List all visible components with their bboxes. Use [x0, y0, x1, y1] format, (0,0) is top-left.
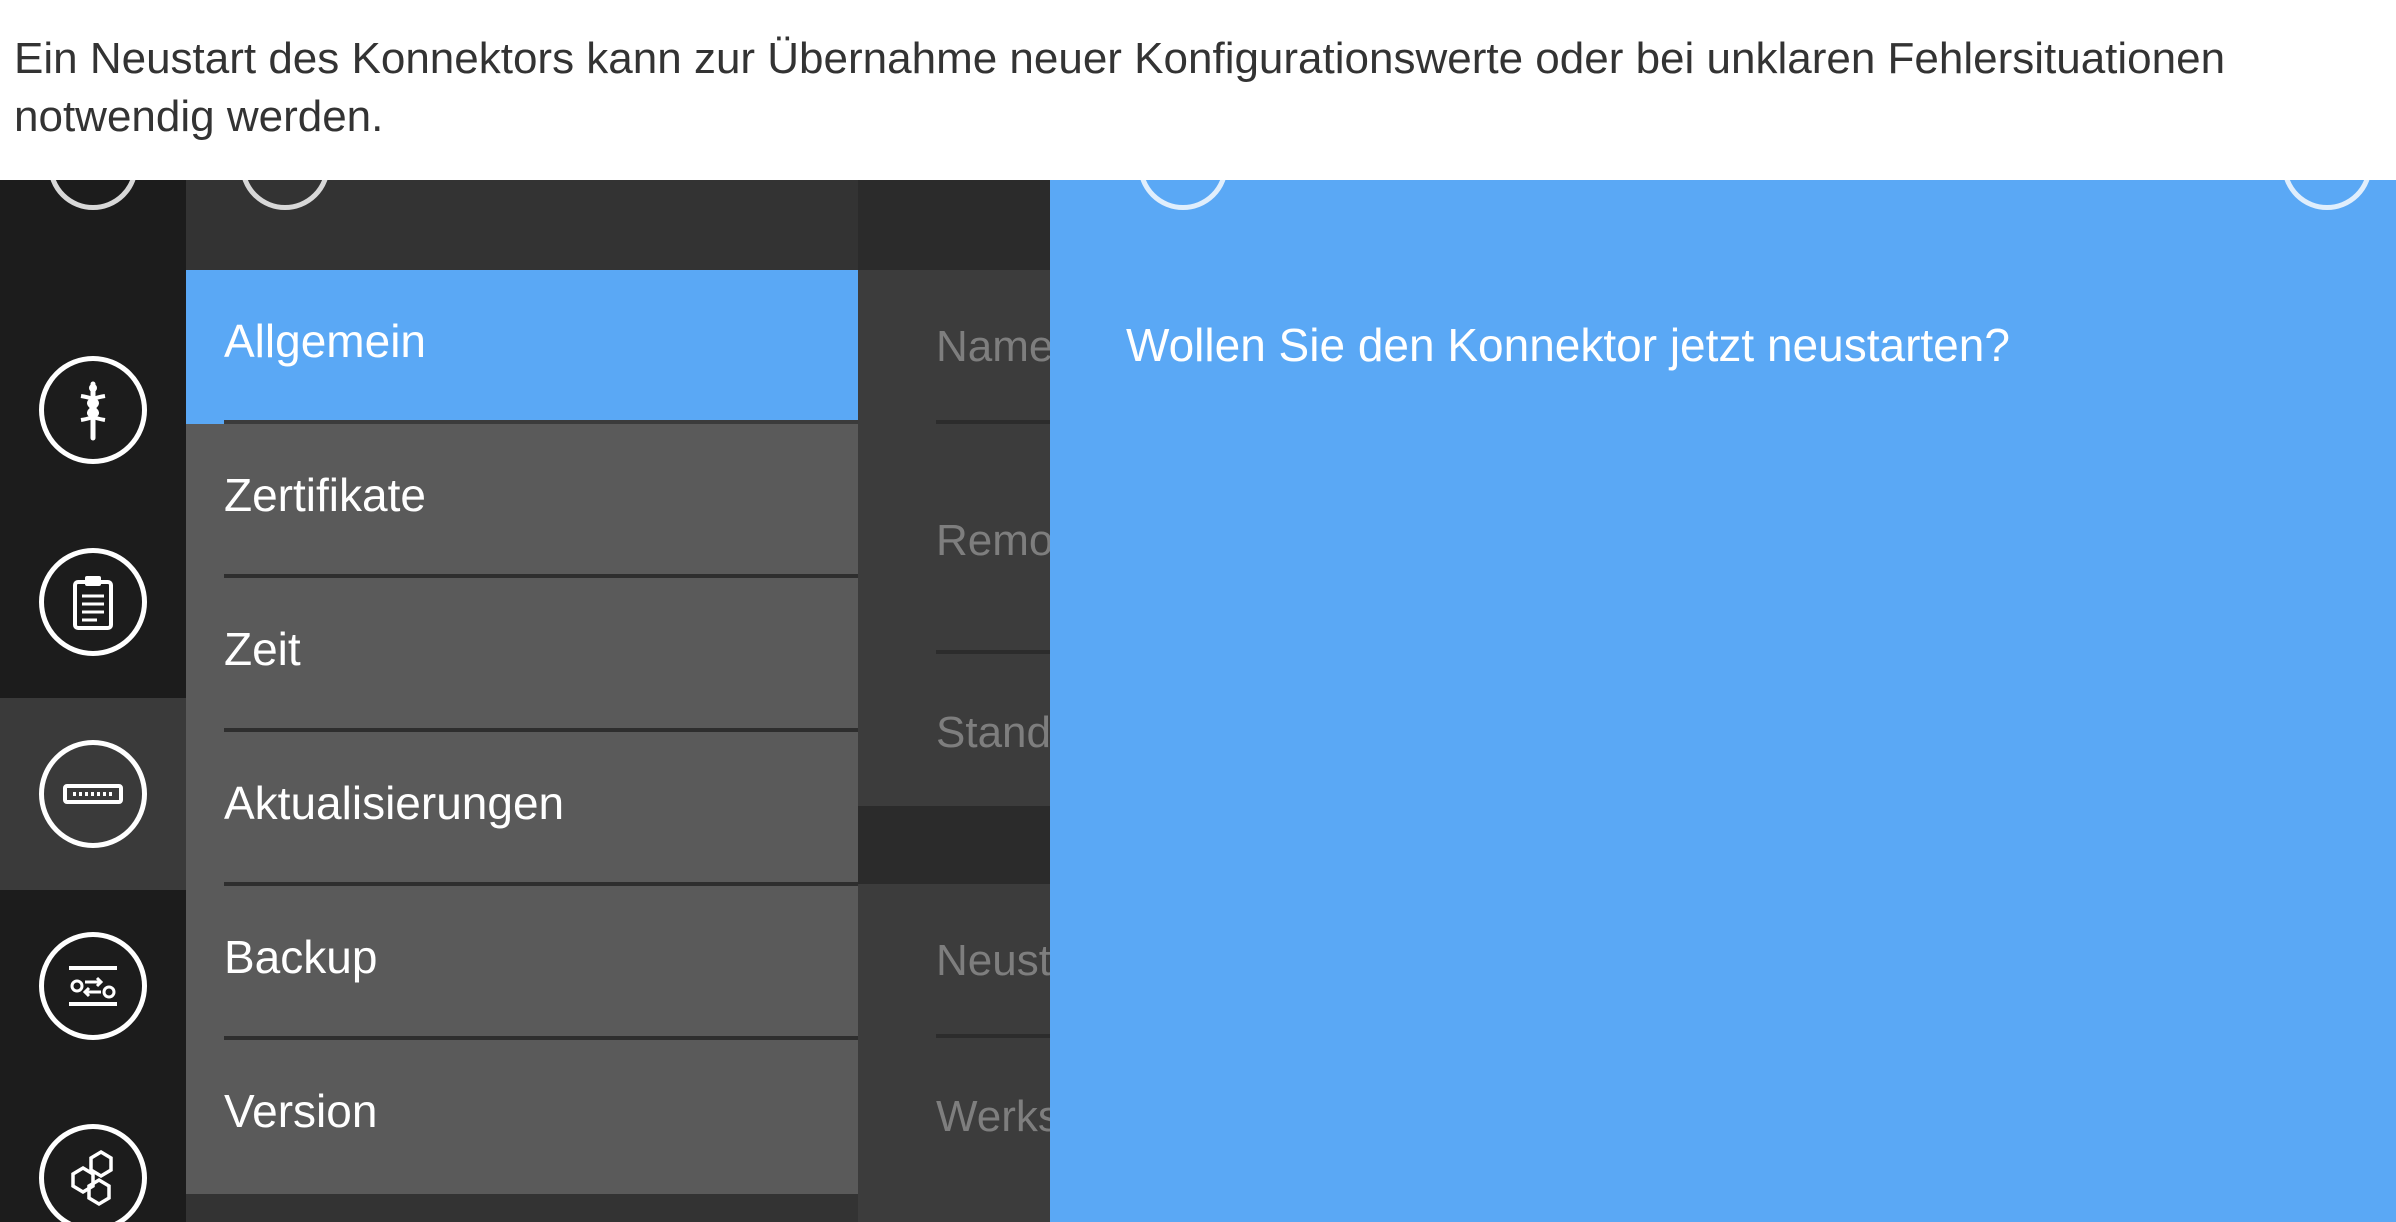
- menu-item-zertifikate[interactable]: Zertifikate: [186, 424, 858, 578]
- menu-item-label: Zeit: [224, 623, 301, 675]
- connector-app: Allgemein Zertifikate Zeit Aktualisierun…: [0, 180, 2396, 1222]
- field-divider: [936, 650, 1050, 654]
- menu-item-version[interactable]: Version: [186, 1040, 858, 1194]
- restart-confirm-dialog[interactable]: Wollen Sie den Konnektor jetzt neustarte…: [1050, 180, 2396, 1222]
- menu-item-label: Allgemein: [224, 315, 426, 367]
- menu-item-zeit[interactable]: Zeit: [186, 578, 858, 732]
- menu-item-aktualisierungen[interactable]: Aktualisierungen: [186, 732, 858, 886]
- rail-item-medical[interactable]: [0, 314, 186, 506]
- menu-item-allgemein[interactable]: Allgemein: [186, 270, 858, 424]
- field-label-werkseinstellungen: Werks: [936, 1092, 1050, 1141]
- switch-settings-icon: [39, 932, 147, 1040]
- menu-item-label: Version: [224, 1085, 378, 1137]
- partial-icon: [2282, 180, 2372, 210]
- connector-device-icon: [39, 740, 147, 848]
- icon-rail: [0, 180, 186, 1222]
- field-divider: [936, 1034, 1050, 1038]
- submenu: Allgemein Zertifikate Zeit Aktualisierun…: [186, 270, 858, 1194]
- partial-icon: [240, 180, 330, 210]
- clipboard-icon: [39, 548, 147, 656]
- restart-panel: [858, 884, 1050, 1222]
- caption-area: Ein Neustart des Konnektors kann zur Übe…: [0, 0, 2396, 180]
- caduceus-icon: [39, 356, 147, 464]
- rail-item-modules[interactable]: [0, 1082, 186, 1222]
- partial-icon: [48, 180, 138, 210]
- field-label-neustart: Neust: [936, 936, 1050, 985]
- hexagons-icon: [39, 1124, 147, 1222]
- field-divider: [936, 420, 1050, 424]
- menu-item-label: Zertifikate: [224, 469, 426, 521]
- menu-item-label: Aktualisierungen: [224, 777, 565, 829]
- rail-item-connector[interactable]: [0, 698, 186, 890]
- restart-question: Wollen Sie den Konnektor jetzt neustarte…: [1126, 319, 2010, 371]
- field-label-remote: Remo: [936, 516, 1050, 565]
- settings-content: Name Remo Stand Neust Werks: [858, 180, 1050, 1222]
- rail-item-reports[interactable]: [0, 506, 186, 698]
- partial-icon: [1138, 180, 1228, 210]
- rail-item-settings[interactable]: [0, 890, 186, 1082]
- menu-item-label: Backup: [224, 931, 378, 983]
- field-label-name: Name: [936, 322, 1050, 371]
- caption-text: Ein Neustart des Konnektors kann zur Übe…: [14, 34, 2226, 141]
- submenu-column: Allgemein Zertifikate Zeit Aktualisierun…: [186, 180, 858, 1222]
- menu-item-backup[interactable]: Backup: [186, 886, 858, 1040]
- field-label-standort: Stand: [936, 708, 1050, 757]
